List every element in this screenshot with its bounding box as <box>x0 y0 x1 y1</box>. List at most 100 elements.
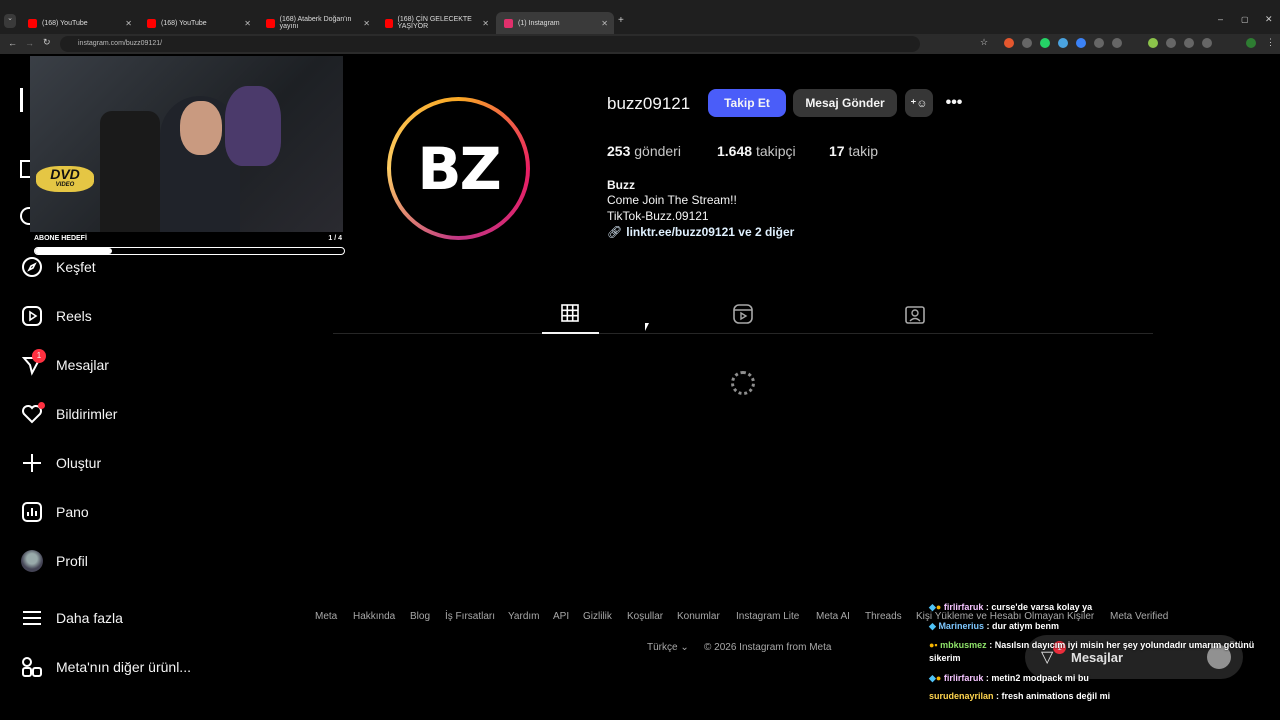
extension-icon[interactable] <box>1094 38 1104 48</box>
extension-icon[interactable] <box>1246 38 1256 48</box>
message-button[interactable]: Mesaj Gönder <box>793 89 897 117</box>
footer-link[interactable]: Konumlar <box>677 611 720 622</box>
mouse-cursor-icon <box>645 323 649 331</box>
footer-link[interactable]: İş Fırsatları <box>445 611 495 622</box>
browser-tab-active[interactable]: (1) Instagram ✕ <box>496 12 614 34</box>
extension-icon[interactable] <box>1112 38 1122 48</box>
sidebar-item-create[interactable]: Oluştur <box>20 448 101 478</box>
new-tab-button[interactable]: + <box>618 15 624 26</box>
tab-title: (168) YouTube <box>161 19 207 27</box>
follow-button[interactable]: Takip Et <box>708 89 786 117</box>
extension-icon[interactable] <box>1184 38 1194 48</box>
chat-text: : fresh animations değil mi <box>996 691 1111 701</box>
instagram-logo[interactable] <box>20 88 30 112</box>
back-icon[interactable]: ← <box>8 38 17 48</box>
footer-link[interactable]: Meta <box>315 611 337 622</box>
badge-icon: ●▪ <box>929 640 938 650</box>
extension-icon[interactable] <box>1022 38 1032 48</box>
badge-icon: ● <box>935 602 942 612</box>
chat-username: surudenayrilan <box>929 691 994 701</box>
following-count: 17 <box>829 143 845 159</box>
add-user-icon: ⁺☺ <box>910 97 928 110</box>
sidebar-item-more[interactable]: Daha fazla <box>20 603 123 633</box>
footer-link[interactable]: Threads <box>865 611 902 622</box>
badge-icon: ◆ <box>929 621 936 631</box>
extension-icon[interactable] <box>1004 38 1014 48</box>
maximize-button[interactable]: ▢ <box>1241 15 1249 24</box>
footer-link[interactable]: Gizlilik <box>583 611 612 622</box>
sidebar-item-notifications[interactable]: Bildirimler <box>20 399 117 429</box>
footer-link[interactable]: Blog <box>410 611 430 622</box>
tab-reels[interactable] <box>733 304 753 324</box>
bio-link[interactable]: 🔗︎ linktr.ee/buzz09121 ve 2 diğer <box>607 225 794 239</box>
footer-link[interactable]: Koşullar <box>627 611 663 622</box>
chat-text: : metin2 modpack mi bu <box>985 673 1089 683</box>
extension-icon[interactable] <box>1058 38 1068 48</box>
close-icon[interactable]: ✕ <box>482 19 489 28</box>
dashboard-icon <box>20 500 44 524</box>
tab-search-button[interactable]: ⌄ <box>4 14 16 28</box>
goal-fill <box>35 248 113 254</box>
badge-icon: ● <box>935 673 942 683</box>
more-icon[interactable]: ⋮ <box>1266 37 1275 48</box>
suggest-users-button[interactable]: ⁺☺ <box>905 89 933 117</box>
chat-message: ●▪ mbkusmez : Nasılsın dayıcım iyi misin… <box>929 639 1269 665</box>
footer-link[interactable]: API <box>553 611 569 622</box>
close-icon[interactable]: ✕ <box>601 19 608 28</box>
minimize-button[interactable]: – <box>1218 14 1223 24</box>
chat-username: Marinerius <box>938 621 984 631</box>
follow-label: Takip Et <box>724 96 770 110</box>
extension-icon[interactable] <box>1040 38 1050 48</box>
star-icon[interactable]: ☆ <box>980 37 988 48</box>
avatar <box>20 549 44 573</box>
tab-tagged[interactable] <box>905 304 925 324</box>
close-icon[interactable]: ✕ <box>244 19 251 28</box>
extension-icon[interactable] <box>1076 38 1086 48</box>
browser-tab[interactable]: (168) Ataberk Doğan'ın yayını ✕ <box>258 12 376 34</box>
sidebar-item-dashboard[interactable]: Pano <box>20 497 89 527</box>
extension-icon[interactable] <box>1148 38 1158 48</box>
badge-icon: ◆ <box>929 673 936 683</box>
profile-username: buzz09121 <box>607 94 691 113</box>
sidebar-item-label: Mesajlar <box>56 357 109 373</box>
tab-posts[interactable] <box>561 304 581 324</box>
chat-username: firlirfaruk <box>943 673 984 683</box>
extension-icon[interactable] <box>1166 38 1176 48</box>
messenger-icon: 1 <box>20 349 46 377</box>
footer-link[interactable]: Meta Verified <box>1110 611 1168 622</box>
sidebar-item-reels[interactable]: Reels <box>20 301 92 331</box>
following-stat[interactable]: 17 takip <box>829 143 878 159</box>
close-icon[interactable]: ✕ <box>363 19 370 28</box>
language-select[interactable]: Türkçe ⌄ <box>647 642 689 653</box>
sidebar-item-messages[interactable]: 1 Mesajlar <box>20 349 109 380</box>
youtube-icon <box>28 18 37 28</box>
sidebar-item-label: Bildirimler <box>56 406 118 422</box>
forward-icon[interactable]: → <box>25 38 34 48</box>
chat-message: ◆● firlirfaruk : curse'de varsa kolay ya <box>929 602 1092 613</box>
language-label: Türkçe <box>647 642 678 653</box>
youtube-icon <box>385 18 393 28</box>
footer-link[interactable]: Hakkında <box>353 611 395 622</box>
notification-dot <box>38 402 45 409</box>
browser-tab[interactable]: (168) ÇİN GELECEKTE YAŞIYOR ✕ <box>377 12 495 34</box>
browser-tab[interactable]: (168) YouTube ✕ <box>139 12 257 34</box>
tab-posts-indicator <box>542 332 599 334</box>
footer-link[interactable]: Yardım <box>508 611 540 622</box>
reels-icon <box>733 304 753 324</box>
sidebar-item-meta-apps[interactable]: Meta'nın diğer ürünl... <box>20 652 191 682</box>
followers-stat[interactable]: 1.648 takipçi <box>717 143 796 159</box>
url-input[interactable]: instagram.com/buzz09121/ <box>60 36 920 52</box>
more-options-icon: ••• <box>945 94 963 111</box>
link-icon: 🔗︎ <box>607 225 623 239</box>
sidebar-item-profile[interactable]: Profil <box>20 546 88 576</box>
bio-line: Come Join The Stream!! <box>607 193 737 207</box>
options-button[interactable]: ••• <box>942 89 966 117</box>
extension-icon[interactable] <box>1202 38 1212 48</box>
profile-avatar[interactable]: BZ <box>387 97 530 240</box>
close-icon[interactable]: ✕ <box>125 19 132 28</box>
reload-icon[interactable]: ↻ <box>43 37 51 48</box>
footer-link[interactable]: Instagram Lite <box>736 611 799 622</box>
browser-tab[interactable]: (168) YouTube ✕ <box>20 12 138 34</box>
footer-link[interactable]: Meta AI <box>816 611 850 622</box>
close-window-button[interactable]: ✕ <box>1265 14 1273 25</box>
